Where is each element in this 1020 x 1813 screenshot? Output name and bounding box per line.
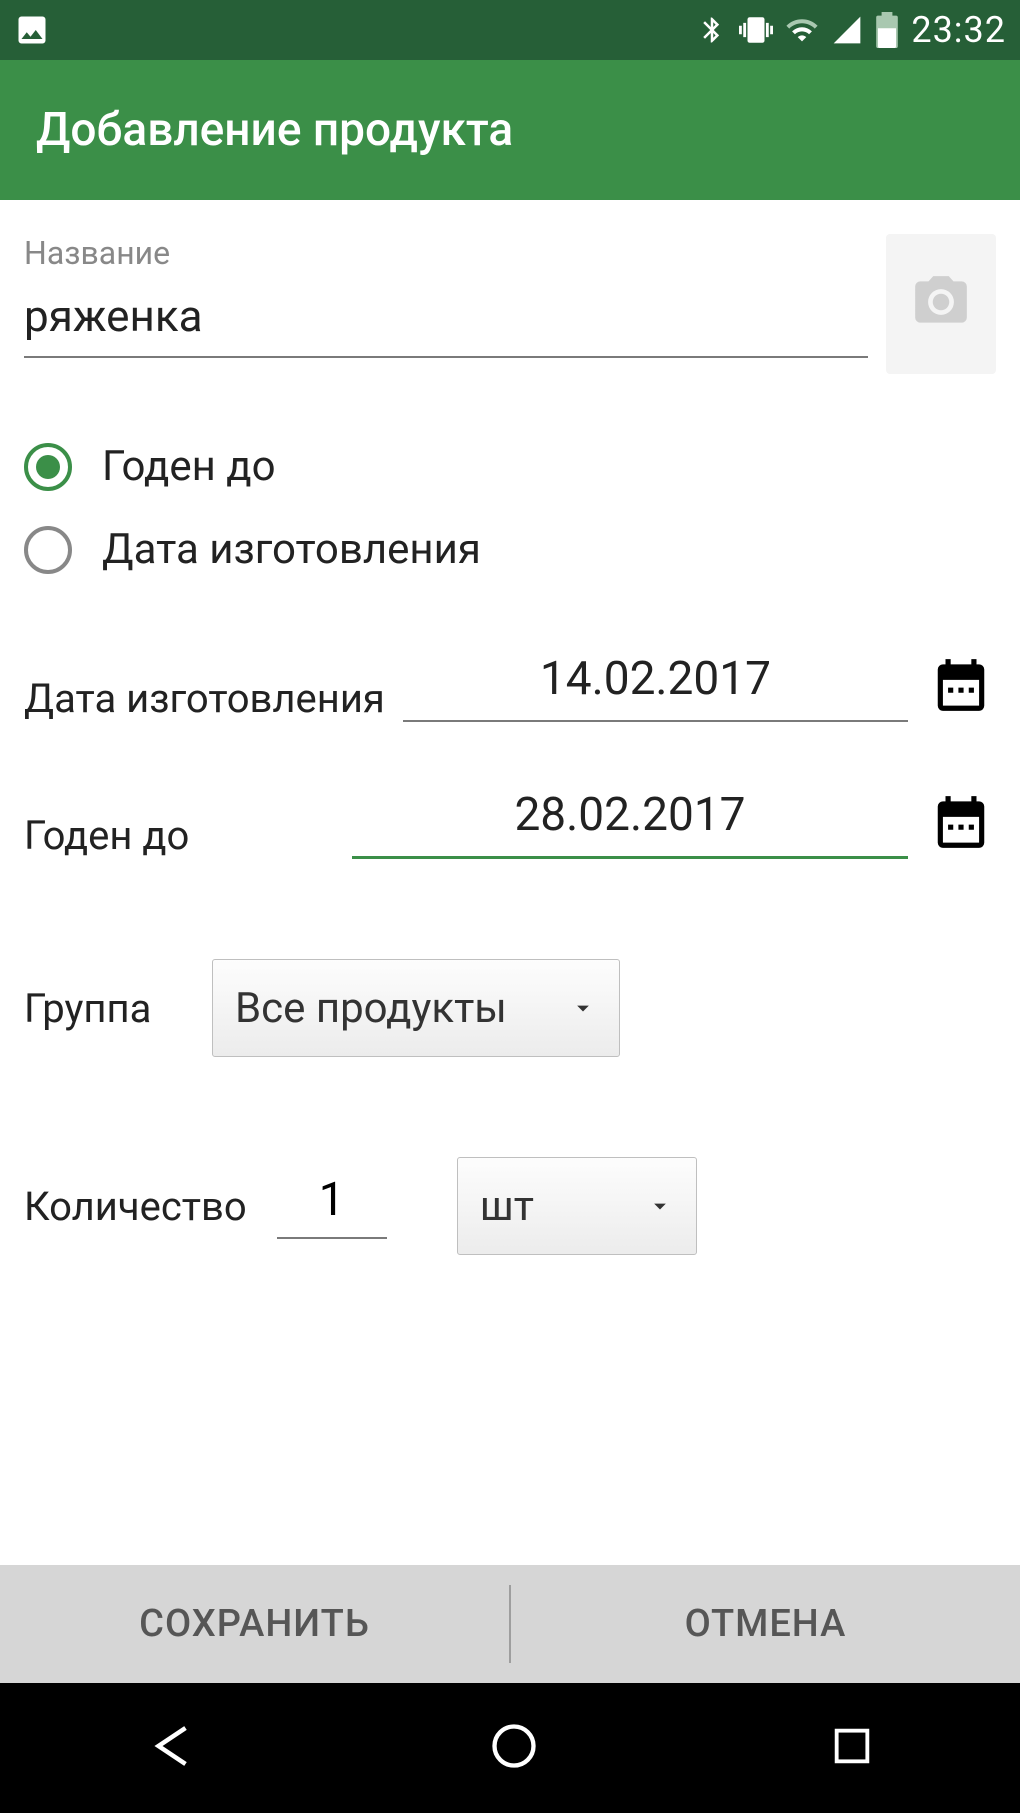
camera-icon <box>910 271 972 337</box>
back-icon[interactable] <box>145 1719 199 1777</box>
form-body: Название Годен до Дата изготовления Дата… <box>0 200 1020 1565</box>
group-select[interactable]: Все продукты <box>212 959 620 1057</box>
chevron-down-icon <box>646 1182 674 1231</box>
chevron-down-icon <box>569 984 597 1033</box>
radio-manufacture-date[interactable]: Дата изготовления <box>24 525 996 574</box>
expiry-date-label: Годен до <box>24 812 334 859</box>
bottom-action-bar: СОХРАНИТЬ ОТМЕНА <box>0 1565 1020 1683</box>
radio-expiry-date[interactable]: Годен до <box>24 442 996 491</box>
cancel-button[interactable]: ОТМЕНА <box>511 1565 1020 1683</box>
radio-unselected-icon <box>24 526 72 574</box>
save-button[interactable]: СОХРАНИТЬ <box>0 1565 509 1683</box>
group-label: Группа <box>24 985 194 1032</box>
save-button-label: СОХРАНИТЬ <box>139 1602 370 1646</box>
radio-selected-icon <box>24 443 72 491</box>
expiry-date-picker-button[interactable] <box>926 789 996 859</box>
manufacture-date-picker-button[interactable] <box>926 652 996 722</box>
date-type-radio-group: Годен до Дата изготовления <box>24 442 996 574</box>
manufacture-date-input[interactable] <box>403 646 908 722</box>
battery-icon <box>875 12 899 48</box>
name-input[interactable] <box>24 284 868 358</box>
cancel-button-label: ОТМЕНА <box>685 1602 847 1646</box>
add-photo-button[interactable] <box>886 234 996 374</box>
vibrate-icon <box>739 13 773 47</box>
quantity-label: Количество <box>24 1183 247 1230</box>
group-select-value: Все продукты <box>235 984 507 1033</box>
cell-signal-icon <box>831 14 863 46</box>
system-nav-bar <box>0 1683 1020 1813</box>
calendar-icon <box>930 654 992 720</box>
image-icon <box>14 12 50 48</box>
quantity-input[interactable] <box>277 1173 387 1239</box>
home-icon[interactable] <box>488 1720 540 1776</box>
expiry-date-input[interactable] <box>352 782 908 859</box>
wifi-icon <box>785 13 819 47</box>
manufacture-date-label: Дата изготовления <box>24 675 385 722</box>
status-time: 23:32 <box>911 9 1006 51</box>
unit-select-value: шт <box>480 1182 534 1231</box>
calendar-icon <box>930 791 992 857</box>
unit-select[interactable]: шт <box>457 1157 697 1255</box>
radio-label: Дата изготовления <box>102 525 481 574</box>
app-bar: Добавление продукта <box>0 60 1020 200</box>
status-bar: 23:32 <box>0 0 1020 60</box>
recent-apps-icon[interactable] <box>829 1723 875 1773</box>
name-label: Название <box>24 234 868 272</box>
radio-label: Годен до <box>102 442 276 491</box>
page-title: Добавление продукта <box>36 103 513 157</box>
bluetooth-icon <box>697 15 727 45</box>
